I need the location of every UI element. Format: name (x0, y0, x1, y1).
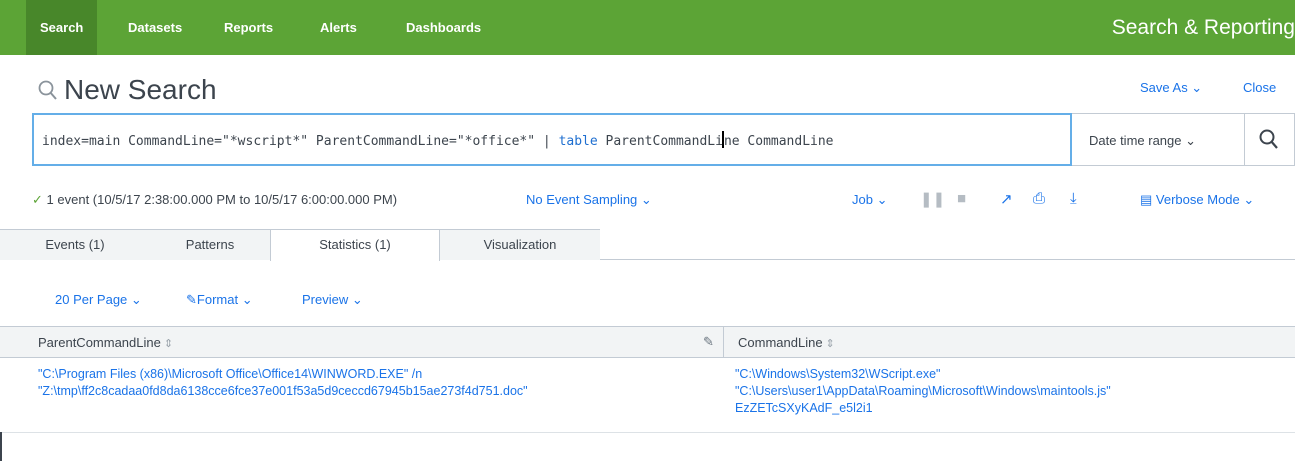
stop-icon[interactable]: ■ (957, 190, 966, 207)
search-icon (1259, 129, 1279, 156)
preview-menu[interactable]: Preview ⌄ (302, 292, 363, 308)
search-query-text[interactable]: index=main CommandLine="*wscript*" Paren… (42, 131, 834, 149)
tab-visualization[interactable]: Visualization (440, 229, 600, 260)
nav-item-dashboards[interactable]: Dashboards (392, 0, 495, 55)
job-menu[interactable]: Job ⌄ (852, 192, 887, 208)
save-as-menu[interactable]: Save As ⌄ (1140, 80, 1202, 96)
nav-item-reports[interactable]: Reports (210, 0, 287, 55)
event-sampling-menu[interactable]: No Event Sampling ⌄ (526, 192, 652, 208)
nav-item-datasets[interactable]: Datasets (114, 0, 196, 55)
time-range-label: Date time range ⌄ (1089, 133, 1196, 148)
nav-item-alerts[interactable]: Alerts (306, 0, 371, 55)
search-button[interactable] (1244, 113, 1295, 166)
search-query-input[interactable]: index=main CommandLine="*wscript*" Paren… (32, 113, 1072, 166)
time-range-picker[interactable]: Date time range ⌄ (1072, 113, 1245, 166)
app-title: Search & Reporting (1111, 16, 1295, 39)
event-count-status: ✓ 1 event (10/5/17 2:38:00.000 PM to 10/… (32, 192, 398, 207)
row-divider (0, 432, 1295, 433)
left-edge-marker (0, 432, 2, 461)
check-icon: ✓ (32, 192, 43, 207)
sort-icon: ⇕ (825, 338, 835, 350)
search-icon (38, 80, 58, 102)
cell-parent-command[interactable]: "C:\Program Files (x86)\Microsoft Office… (38, 366, 528, 400)
pencil-icon: ✎ (186, 292, 197, 307)
sort-icon: ⇕ (163, 338, 174, 350)
search-mode-menu[interactable]: ▤ Verbose Mode ⌄ (1140, 192, 1254, 208)
column-header-commandline[interactable]: CommandLine ⇕ (738, 335, 835, 350)
column-header-parentcommandline[interactable]: ParentCommandLine ⇕ (38, 335, 173, 350)
cell-command-line[interactable]: "C:\Windows\System32\WScript.exe" "C:\Us… (735, 366, 1111, 417)
column-divider (723, 327, 724, 358)
nav-item-search[interactable]: Search (26, 0, 98, 55)
page-title: New Search (64, 74, 217, 105)
tab-statistics[interactable]: Statistics (1) (270, 229, 440, 261)
mode-icon: ▤ (1140, 192, 1153, 207)
edit-column-icon[interactable]: ✎ (703, 334, 714, 350)
query-keyword-table: table (558, 134, 598, 149)
tab-events[interactable]: Events (1) (0, 229, 150, 260)
per-page-menu[interactable]: 20 Per Page ⌄ (55, 292, 142, 308)
format-menu[interactable]: ✎Format ⌄ (186, 292, 253, 308)
close-link[interactable]: Close (1243, 80, 1276, 95)
share-icon[interactable]: ↗ (1000, 190, 1013, 208)
pause-icon[interactable]: ❚❚ (920, 190, 945, 208)
app-nav-bar: Search Datasets Reports Alerts Dashboard… (0, 0, 1295, 55)
print-icon[interactable]: ⎙ (1033, 190, 1045, 207)
tab-patterns[interactable]: Patterns (150, 229, 270, 260)
table-header: ParentCommandLine ⇕ ✎ CommandLine ⇕ (0, 326, 1295, 358)
export-icon[interactable]: ⤓ (1070, 190, 1077, 207)
